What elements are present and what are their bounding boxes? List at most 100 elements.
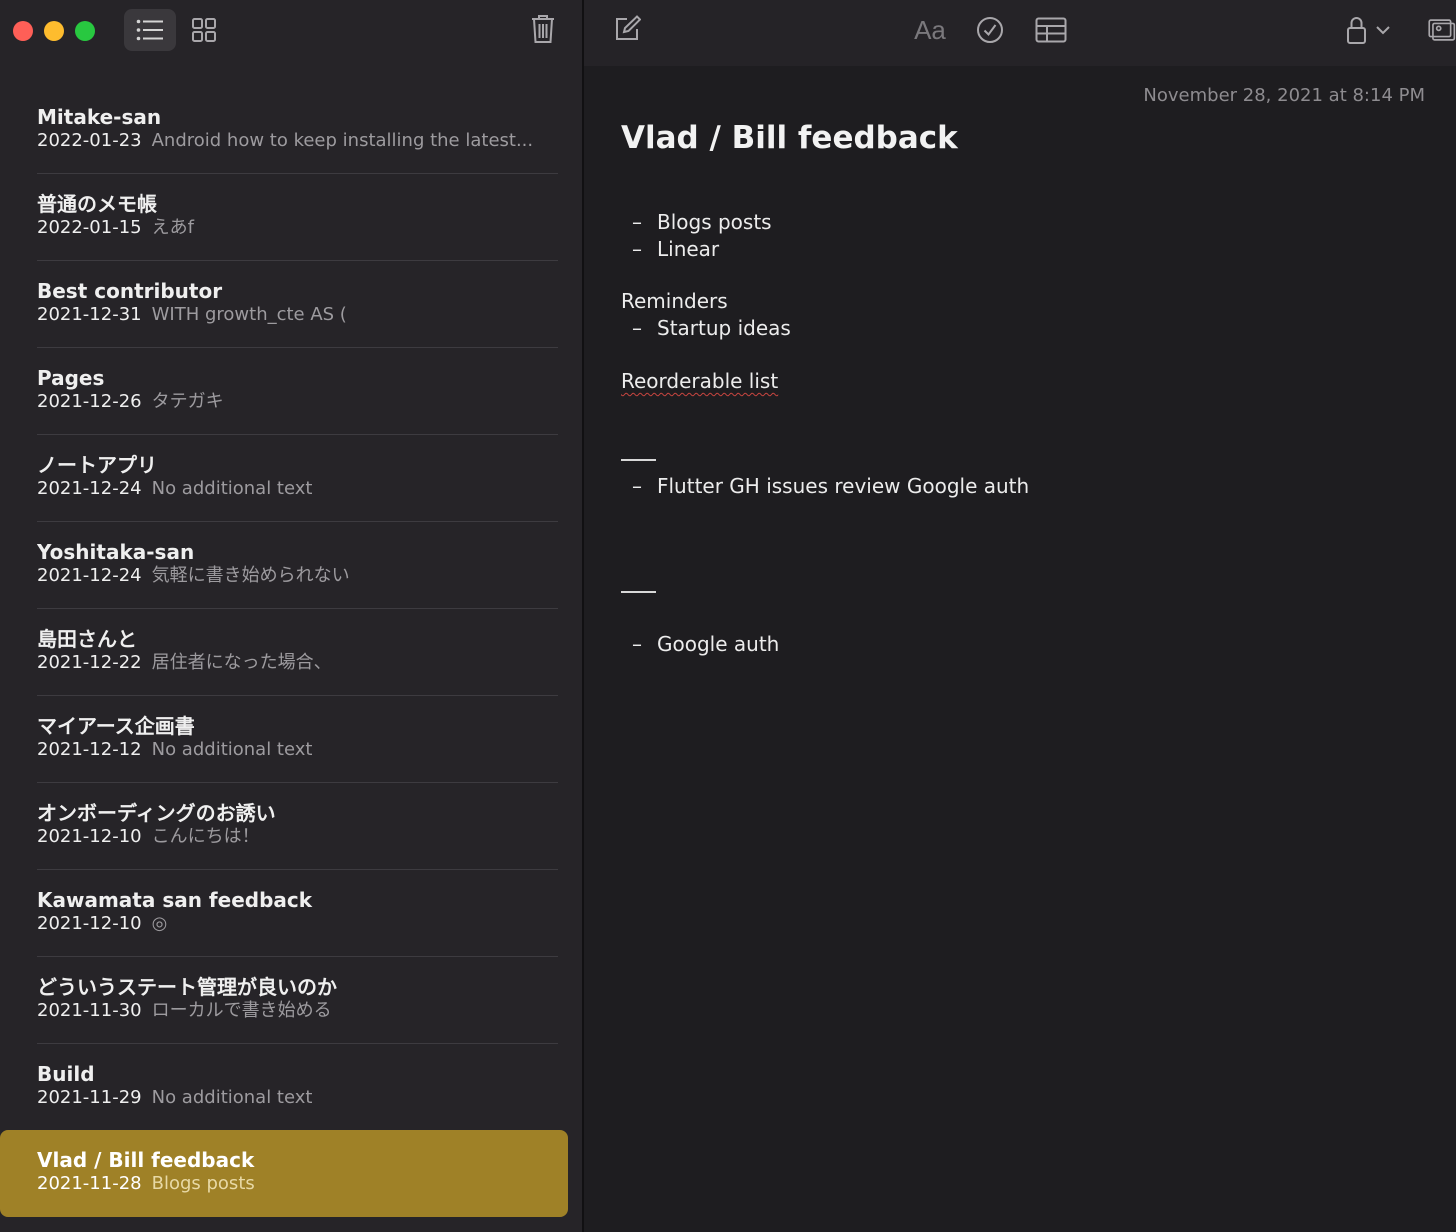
note-snippet: こんにちは！ xyxy=(151,826,260,847)
note-title: どういうステート管理が良いのか xyxy=(37,975,337,999)
zoom-button[interactable] xyxy=(75,21,95,41)
list-item-text: Flutter GH issues review Google auth xyxy=(657,474,1030,498)
note-list-item[interactable]: 普通のメモ帳 2022-01-15 えあf xyxy=(0,174,558,261)
note-date: 2021-12-12 xyxy=(37,739,142,760)
list-item-text: Blogs posts xyxy=(657,210,772,234)
note-heading[interactable]: Vlad / Bill feedback xyxy=(621,120,958,156)
note-date: 2021-12-24 xyxy=(37,565,142,586)
note-list-item[interactable]: ノートアプリ 2021-12-24 No additional text xyxy=(0,435,558,522)
new-note-button[interactable] xyxy=(612,14,642,44)
trash-icon xyxy=(532,15,554,43)
dash-bullet: – xyxy=(632,210,642,234)
note-title: マイアース企画書 xyxy=(37,714,195,738)
note-timestamp: November 28, 2021 at 8:14 PM xyxy=(1143,85,1425,106)
note-snippet: Blogs posts xyxy=(151,1173,255,1194)
dash-bullet: – xyxy=(632,316,642,340)
note-list-item[interactable]: Yoshitaka-san 2021-12-24 気軽に書き始められない xyxy=(0,522,558,609)
format-button[interactable]: Aa xyxy=(910,12,950,48)
editor-toolbar: Aa xyxy=(584,0,1456,66)
note-date: 2021-11-28 xyxy=(37,1173,142,1194)
dash-bullet: – xyxy=(632,632,642,656)
note-snippet: 気軽に書き始められない xyxy=(151,565,350,586)
close-button[interactable] xyxy=(13,21,33,41)
note-snippet: ◎ xyxy=(151,913,168,934)
note-list-item[interactable]: Mitake-san 2022-01-23 Android how to keep… xyxy=(0,87,558,174)
text-line[interactable]: Reminders xyxy=(621,288,728,314)
note-editor: Aa November 28, 2021 at 8:14 PM Vlad / B… xyxy=(584,0,1456,1232)
media-button[interactable] xyxy=(1428,14,1456,46)
note-list-item[interactable]: Kawamata san feedback 2021-12-10 ◎ xyxy=(0,870,558,957)
note-list-item[interactable]: Build 2021-11-29 No additional text xyxy=(0,1044,558,1131)
divider-line xyxy=(621,591,656,593)
note-list-item[interactable]: Pages 2021-12-26 タテガキ xyxy=(0,348,558,435)
note-title: Build xyxy=(37,1062,95,1086)
list-item[interactable]: – Google auth xyxy=(621,631,779,657)
note-list-item-selected[interactable]: Vlad / Bill feedback 2021-11-28 Blogs pos… xyxy=(0,1130,568,1217)
note-list-item[interactable]: Best contributor 2021-12-31 WITH growth_c… xyxy=(0,261,558,348)
divider-line xyxy=(621,459,656,461)
note-snippet: No additional text xyxy=(151,1087,313,1108)
list-item[interactable]: – Blogs posts xyxy=(621,209,772,235)
note-date: 2021-12-10 xyxy=(37,913,142,934)
chevron-down-icon xyxy=(1376,26,1390,35)
text-line-misspelled[interactable]: Reorderable list xyxy=(621,368,778,394)
checklist-button[interactable] xyxy=(974,14,1006,46)
note-snippet: 居住者になった場合、 xyxy=(151,652,332,673)
note-date: 2021-12-22 xyxy=(37,652,142,673)
note-list-item[interactable]: マイアース企画書 2021-12-12 No additional text xyxy=(0,696,558,783)
note-snippet: No additional text xyxy=(151,478,313,499)
note-snippet: タテガキ xyxy=(151,391,224,412)
table-icon xyxy=(1035,17,1067,43)
note-date: 2021-12-24 xyxy=(37,478,142,499)
note-title: オンボーディングのお誘い xyxy=(37,801,276,825)
note-title: Pages xyxy=(37,366,105,390)
note-title: ノートアプリ xyxy=(37,453,157,477)
note-date: 2021-11-30 xyxy=(37,1000,142,1021)
list-item[interactable]: – Linear xyxy=(621,236,719,262)
note-title: 島田さんと xyxy=(37,627,137,651)
note-date: 2021-12-26 xyxy=(37,391,142,412)
grid-icon xyxy=(192,18,216,42)
note-list-item[interactable]: オンボーディングのお誘い 2021-12-10 こんにちは！ xyxy=(0,783,558,870)
table-button[interactable] xyxy=(1034,15,1068,45)
dash-bullet: – xyxy=(632,237,642,261)
list-view-button[interactable] xyxy=(124,9,176,51)
gallery-view-button[interactable] xyxy=(178,9,230,51)
note-snippet: WITH growth_cte AS ( xyxy=(151,304,347,325)
note-title: Vlad / Bill feedback xyxy=(37,1148,255,1172)
note-date: 2021-11-29 xyxy=(37,1087,142,1108)
media-icon xyxy=(1428,19,1456,41)
note-date: 2022-01-15 xyxy=(37,217,142,238)
note-title: Kawamata san feedback xyxy=(37,888,313,912)
lock-button[interactable] xyxy=(1344,14,1392,46)
list-item[interactable]: – Flutter GH issues review Google auth xyxy=(621,473,1029,499)
list-item-text: Startup ideas xyxy=(657,316,791,340)
compose-icon xyxy=(616,15,641,40)
note-snippet: No additional text xyxy=(151,739,313,760)
note-date: 2021-12-31 xyxy=(37,304,142,325)
note-date: 2021-12-10 xyxy=(37,826,142,847)
format-icon: Aa xyxy=(914,14,946,45)
note-title: 普通のメモ帳 xyxy=(37,192,157,216)
note-snippet: ローカルで書き始める xyxy=(151,1000,332,1021)
note-list: Mitake-san 2022-01-23 Android how to keep… xyxy=(0,87,582,1131)
note-title: Yoshitaka-san xyxy=(37,540,195,564)
checklist-icon xyxy=(977,17,1003,43)
list-icon xyxy=(136,19,163,41)
minimize-button[interactable] xyxy=(44,21,64,41)
list-item[interactable]: – Startup ideas xyxy=(621,315,791,341)
note-list-item[interactable]: 島田さんと 2021-12-22 居住者になった場合、 xyxy=(0,609,558,696)
notes-window: Mitake-san 2022-01-23 Android how to keep… xyxy=(0,0,1456,1232)
lock-icon xyxy=(1347,17,1366,44)
note-title: Best contributor xyxy=(37,279,223,303)
note-snippet: えあf xyxy=(151,217,194,238)
dash-bullet: – xyxy=(632,474,642,498)
list-item-text: Linear xyxy=(657,237,720,261)
list-item-text: Google auth xyxy=(657,632,780,656)
note-list-item[interactable]: どういうステート管理が良いのか 2021-11-30 ローカルで書き始める xyxy=(0,957,558,1044)
window-controls xyxy=(13,21,95,41)
note-title: Mitake-san xyxy=(37,105,162,129)
delete-button[interactable] xyxy=(527,12,559,46)
note-date: 2022-01-23 xyxy=(37,130,142,151)
note-snippet: Android how to keep installing the lates… xyxy=(151,130,534,151)
